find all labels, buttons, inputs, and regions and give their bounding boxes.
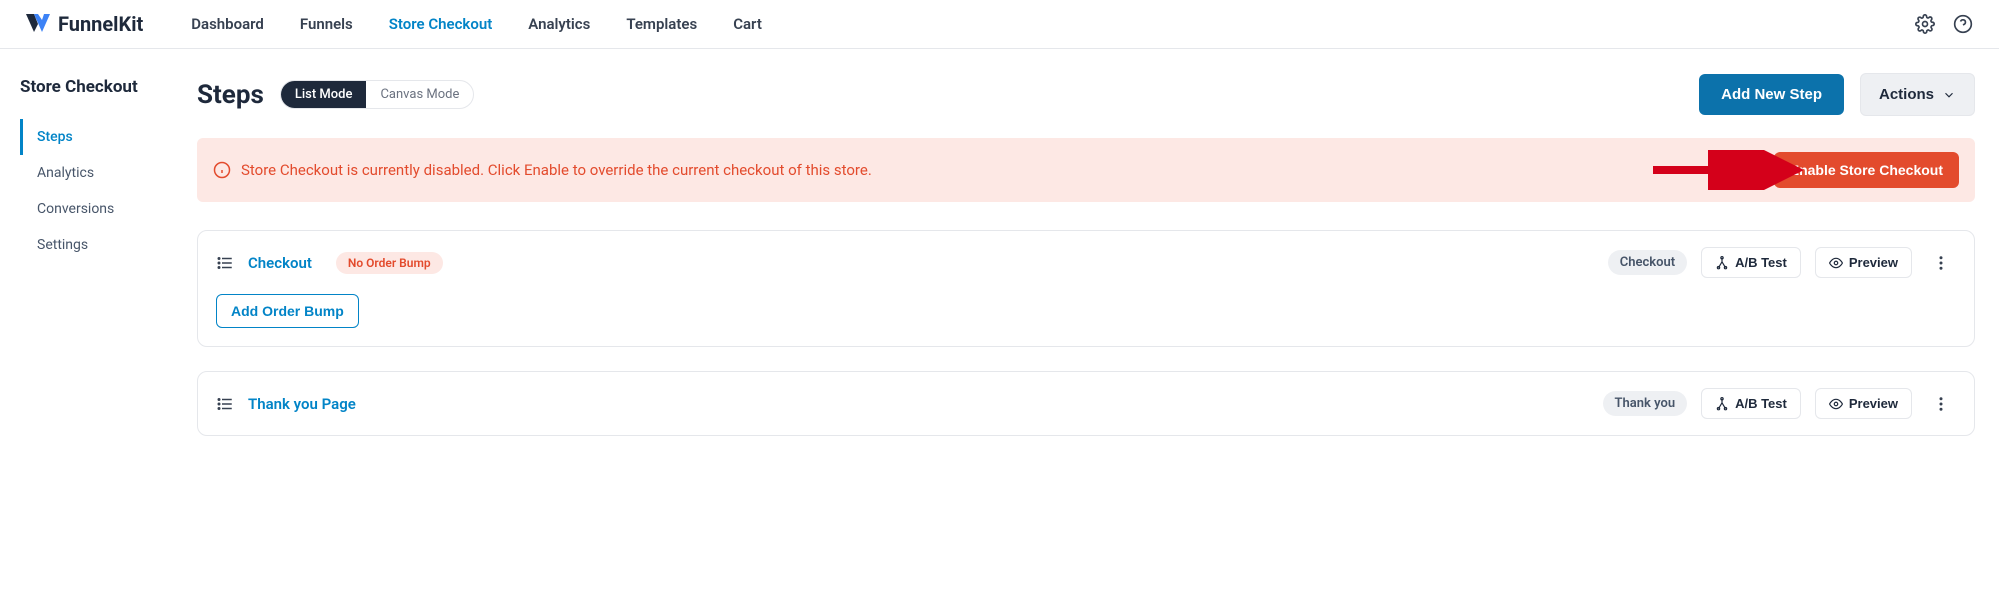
abtest-label: A/B Test (1735, 396, 1787, 411)
eye-icon (1829, 256, 1843, 270)
abtest-button[interactable]: A/B Test (1701, 388, 1801, 419)
preview-label: Preview (1849, 396, 1898, 411)
main-content: Steps List Mode Canvas Mode Add New Step… (197, 49, 1999, 484)
nav-store-checkout[interactable]: Store Checkout (389, 15, 492, 33)
abtest-button[interactable]: A/B Test (1701, 247, 1801, 278)
topbar-actions (1913, 12, 1975, 36)
sidebar: Store Checkout Steps Analytics Conversio… (0, 49, 197, 484)
help-icon[interactable] (1951, 12, 1975, 36)
step-name-link[interactable]: Thank you Page (248, 395, 356, 413)
more-menu-icon[interactable] (1926, 250, 1956, 276)
gear-icon[interactable] (1913, 12, 1937, 36)
canvas-mode-toggle[interactable]: Canvas Mode (366, 81, 473, 108)
add-new-step-button[interactable]: Add New Step (1699, 74, 1844, 115)
top-nav: Dashboard Funnels Store Checkout Analyti… (191, 15, 1913, 33)
step-type-badge: Checkout (1608, 250, 1687, 275)
page-header: Steps List Mode Canvas Mode Add New Step… (197, 73, 1975, 116)
more-menu-icon[interactable] (1926, 391, 1956, 417)
actions-dropdown-button[interactable]: Actions (1860, 73, 1975, 116)
enable-store-checkout-button[interactable]: Enable Store Checkout (1774, 152, 1959, 188)
step-name-link[interactable]: Checkout (248, 254, 312, 272)
drag-handle-icon[interactable] (216, 254, 234, 272)
sidebar-item-analytics[interactable]: Analytics (20, 155, 197, 191)
brand-name: FunnelKit (58, 12, 143, 36)
no-order-bump-badge: No Order Bump (336, 252, 443, 274)
view-mode-toggle: List Mode Canvas Mode (280, 80, 475, 109)
topbar: FunnelKit Dashboard Funnels Store Checko… (0, 0, 1999, 49)
nav-dashboard[interactable]: Dashboard (191, 15, 264, 33)
step-card-thankyou: Thank you Page Thank you A/B Test Previe… (197, 371, 1975, 436)
nav-analytics[interactable]: Analytics (528, 15, 590, 33)
sidebar-title: Store Checkout (20, 77, 197, 97)
sidebar-item-conversions[interactable]: Conversions (20, 191, 197, 227)
preview-button[interactable]: Preview (1815, 388, 1912, 419)
step-card-checkout: Checkout No Order Bump Checkout A/B Test… (197, 230, 1975, 347)
abtest-label: A/B Test (1735, 255, 1787, 270)
nav-funnels[interactable]: Funnels (300, 15, 353, 33)
step-subrow: Add Order Bump (198, 294, 1974, 346)
page-title: Steps (197, 80, 264, 110)
add-order-bump-button[interactable]: Add Order Bump (216, 294, 359, 328)
sidebar-item-settings[interactable]: Settings (20, 227, 197, 263)
chevron-down-icon (1942, 88, 1956, 102)
info-icon (213, 161, 231, 179)
nav-templates[interactable]: Templates (626, 15, 697, 33)
sidebar-nav: Steps Analytics Conversions Settings (20, 119, 197, 263)
drag-handle-icon[interactable] (216, 395, 234, 413)
logo-mark-icon (24, 12, 52, 36)
eye-icon (1829, 397, 1843, 411)
step-row: Thank you Page Thank you A/B Test Previe… (198, 372, 1974, 435)
list-mode-toggle[interactable]: List Mode (281, 81, 367, 108)
alert-text: Store Checkout is currently disabled. Cl… (241, 161, 1774, 179)
actions-label: Actions (1879, 86, 1934, 103)
split-icon (1715, 397, 1729, 411)
preview-label: Preview (1849, 255, 1898, 270)
nav-cart[interactable]: Cart (733, 15, 762, 33)
disabled-alert: Store Checkout is currently disabled. Cl… (197, 138, 1975, 202)
preview-button[interactable]: Preview (1815, 247, 1912, 278)
sidebar-item-steps[interactable]: Steps (20, 119, 197, 155)
step-row: Checkout No Order Bump Checkout A/B Test… (198, 231, 1974, 294)
split-icon (1715, 256, 1729, 270)
logo[interactable]: FunnelKit (24, 12, 143, 36)
step-type-badge: Thank you (1603, 391, 1688, 416)
